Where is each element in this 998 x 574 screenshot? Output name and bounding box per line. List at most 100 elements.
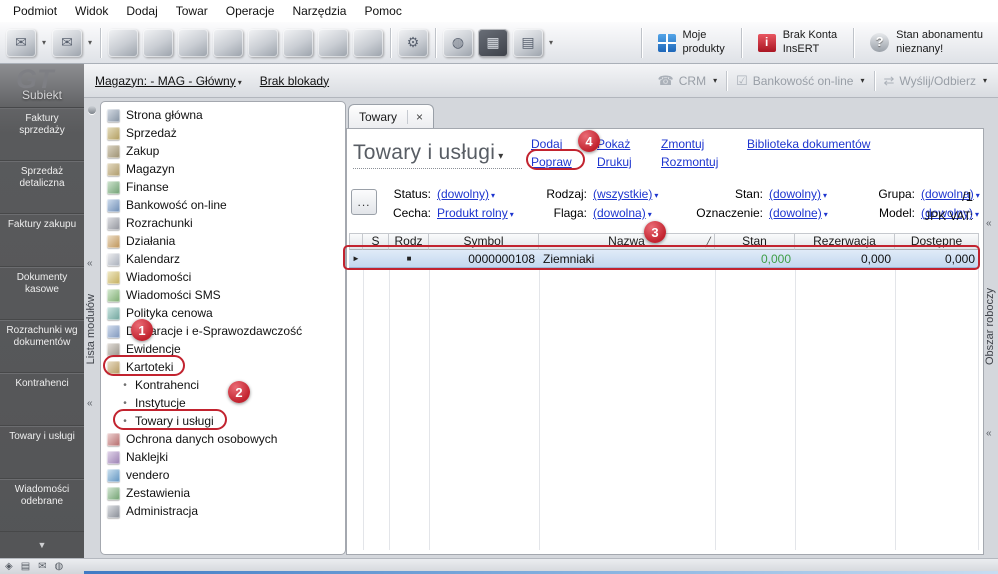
tree-item-kontrahenci[interactable]: •Kontrahenci [107,376,345,394]
sidebar-item-wiadomosci-odebrane[interactable]: Wiadomości odebrane [0,479,84,532]
magazyn-selector[interactable]: Magazyn: - MAG - Główny▾ [95,74,242,88]
header-symbol[interactable]: Symbol [429,233,539,250]
tree-item-administracja[interactable]: Administracja [107,502,345,520]
menu-operacje[interactable]: Operacje [217,1,284,21]
pokaz-link[interactable]: Pokaż [597,137,643,151]
filter-oznaczenie[interactable]: (dowolne)▾ [769,206,865,220]
konto-insert-button[interactable]: i Brak KontaInsERT [749,29,846,57]
tree-item-zakup[interactable]: Zakup [107,142,345,160]
tree-item-wiadomosci-sms[interactable]: Wiadomości SMS [107,286,345,304]
new-message-icon[interactable]: ✉ [52,29,82,57]
crm-dropdown[interactable]: ☎ CRM ▾ [658,73,718,89]
collapse-chevron-icon[interactable]: « [87,398,93,409]
wyslij-odbierz-dropdown[interactable]: ⇄ Wyślij/Odbierz ▾ [884,73,988,89]
brak-blokady-link[interactable]: Brak blokady [260,74,329,88]
sidebar-item-towary-i-uslugi[interactable]: Towary i usługi [0,426,84,479]
new-warehouse-document-icon[interactable] [213,29,243,57]
chevron-down-icon[interactable]: ▾ [42,38,46,47]
tree-item-instytucje[interactable]: •Instytucje [107,394,345,412]
tree-item-sprzedaz[interactable]: Sprzedaż [107,124,345,142]
more-filters-button[interactable]: ... [351,189,377,215]
tree-item-ochrona-danych[interactable]: Ochrona danych osobowych [107,430,345,448]
header-rodz[interactable]: Rodz [389,233,429,250]
filter-rodzaj[interactable]: (wszystkie)▾ [593,187,689,201]
new-product-icon[interactable] [318,29,348,57]
tree-item-ewidencje[interactable]: Ewidencje [107,340,345,358]
new-contractor-icon[interactable] [283,29,313,57]
status-globe-icon[interactable]: ◍ [55,561,64,572]
menu-towar[interactable]: Towar [167,1,217,21]
sidebar-item-dokumenty-kasowe[interactable]: Dokumenty kasowe [0,267,84,320]
tree-item-rozrachunki[interactable]: Rozrachunki [107,214,345,232]
menu-podmiot[interactable]: Podmiot [4,1,66,21]
new-sales-invoice-icon[interactable] [108,29,138,57]
tree-item-zestawienia[interactable]: Zestawienia [107,484,345,502]
tree-item-vendero[interactable]: vendero [107,466,345,484]
status-mail-icon[interactable]: ✉ [38,561,46,572]
filter-stan[interactable]: (dowolny)▾ [769,187,865,201]
tree-item-finanse[interactable]: Finanse [107,178,345,196]
table-grid-area [349,268,979,550]
menu-narzedzia[interactable]: Narzędzia [283,1,355,21]
filter-flaga[interactable]: (dowolna)▾ [593,206,689,220]
biblioteka-dokumentow-link[interactable]: Biblioteka dokumentów [747,137,870,151]
header-s[interactable]: S [363,233,389,250]
status-print-icon[interactable]: ▤ [21,561,30,572]
tree-item-magazyn[interactable]: Magazyn [107,160,345,178]
sidebar-item-faktury-zakupu[interactable]: Faktury zakupu [0,214,84,267]
tree-item-kartoteki[interactable]: Kartoteki [107,358,345,376]
chevron-down-icon[interactable]: ▾ [88,38,92,47]
sidebar-item-rozrachunki[interactable]: Rozrachunki wg dokumentów [0,320,84,373]
cell-nazwa: Ziemniaki [539,250,715,267]
tree-item-strona-glowna[interactable]: Strona główna [107,106,345,124]
header-stan[interactable]: Stan [715,233,795,250]
tree-item-polityka-cenowa[interactable]: Polityka cenowa [107,304,345,322]
new-cash-document-icon[interactable] [248,29,278,57]
web-globe-icon[interactable]: ◍ [443,29,473,57]
tree-item-towary-i-uslugi[interactable]: •Towary i usługi [107,412,345,430]
sidebar-item-faktury-sprzedazy[interactable]: Faktury sprzedaży [0,108,84,161]
header-nazwa[interactable]: Nazwa╱ [539,233,715,250]
filter-status[interactable]: (dowolny)▾ [437,187,529,201]
collapse-chevron-icon[interactable]: « [87,258,93,269]
settings-gear-icon[interactable]: ⚙ [398,29,428,57]
zmontuj-link[interactable]: Zmontuj [661,137,729,151]
pin-icon[interactable] [88,106,96,114]
dodaj-link[interactable]: Dodaj [531,137,579,151]
menu-pomoc[interactable]: Pomoc [355,1,410,21]
sidebar-scroll-down-icon[interactable]: ▼ [0,540,84,550]
close-tab-icon[interactable]: × [407,110,423,124]
moje-produkty-button[interactable]: Mojeprodukty [649,29,734,57]
header-dostepne[interactable]: Dostępne [895,233,979,250]
rozmontuj-link[interactable]: Rozmontuj [661,155,729,169]
send-receive-mail-icon[interactable]: ✉ [6,29,36,57]
drukuj-link[interactable]: Drukuj [597,155,643,169]
tree-item-bankowosc[interactable]: Bankowość on-line [107,196,345,214]
tree-item-naklejki[interactable]: Naklejki [107,448,345,466]
collapse-chevron-icon[interactable]: « [986,218,992,229]
collapse-chevron-icon[interactable]: « [986,428,992,439]
print-icon[interactable]: ▤ [513,29,543,57]
new-purchase-invoice-icon[interactable] [178,29,208,57]
sidebar-item-sprzedaz-detaliczna[interactable]: Sprzedaż detaliczna [0,161,84,214]
stan-abonamentu-button[interactable]: ? Stan abonamentunieznany! [861,29,992,57]
status-layers-icon[interactable]: ◈ [5,561,13,572]
bankowosc-dropdown[interactable]: ☑ Bankowość on-line ▾ [736,73,864,89]
tree-item-dzialania[interactable]: Działania [107,232,345,250]
tree-item-wiadomosci[interactable]: Wiadomości [107,268,345,286]
page-title[interactable]: Towary i usługi▾ [353,141,522,169]
popraw-link[interactable]: Popraw [531,155,579,169]
tree-item-deklaracje[interactable]: Deklaracje i e-Sprawozdawczość [107,322,345,340]
new-payment-icon[interactable] [353,29,383,57]
tab-towary[interactable]: Towary × [348,104,434,128]
services-cube-icon[interactable]: ▦ [478,29,508,57]
chevron-down-icon[interactable]: ▾ [549,38,553,47]
tree-item-kalendarz[interactable]: Kalendarz [107,250,345,268]
menu-dodaj[interactable]: Dodaj [117,1,166,21]
new-receipt-icon[interactable] [143,29,173,57]
filter-cecha[interactable]: Produkt rolny▾ [437,206,529,220]
table-row-ziemniaki[interactable]: ► ■ 0000000108 Ziemniaki 0,000 0,000 0,0… [349,250,979,268]
header-rezerwacja[interactable]: Rezerwacja [795,233,895,250]
menu-widok[interactable]: Widok [66,1,117,21]
sidebar-item-kontrahenci[interactable]: Kontrahenci [0,373,84,426]
